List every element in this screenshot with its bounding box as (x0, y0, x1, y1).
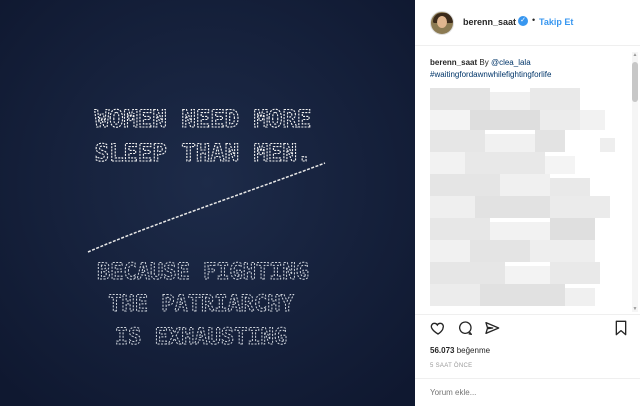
likes-number: 56.073 (430, 346, 455, 355)
post-sidebar: berenn_saat ✓ • Takip Et berenn_saat By … (415, 0, 640, 406)
heart-icon[interactable] (430, 320, 446, 336)
caption-username[interactable]: berenn_saat (430, 58, 477, 67)
header-username[interactable]: berenn_saat (463, 17, 516, 27)
image-text-line1: WOMEN NEED MORE (95, 105, 312, 133)
blurred-comments (430, 88, 630, 306)
image-text-line2: SLEEP THAN MEN. (95, 139, 312, 167)
post-time[interactable]: 5 SAAT ÖNCE (430, 363, 472, 369)
instagram-post-view: WOMEN NEED MORE SLEEP THAN MEN. BECAUSE … (0, 0, 640, 406)
comment-icon[interactable] (457, 320, 473, 336)
caption-text: By (479, 58, 489, 67)
likes-count[interactable]: 56.073 beğenme (430, 346, 490, 355)
share-icon[interactable] (484, 320, 500, 336)
action-bar (415, 314, 640, 345)
follow-button[interactable]: Takip Et (539, 17, 573, 27)
scroll-up-icon[interactable]: ▲ (632, 52, 638, 58)
image-text-line4: THE PATRIARCHY (108, 292, 294, 317)
image-text-line3: BECAUSE FIGHTING (97, 260, 309, 285)
image-text-line5: IS EXHAUSTING (115, 325, 287, 350)
header-separator: • (532, 15, 536, 25)
scrollbar-thumb[interactable] (632, 62, 638, 102)
post-image[interactable]: WOMEN NEED MORE SLEEP THAN MEN. BECAUSE … (0, 0, 415, 406)
bookmark-icon[interactable] (614, 320, 628, 336)
scrollbar[interactable]: ▲ ▼ (632, 52, 638, 312)
avatar-face (437, 16, 447, 28)
caption-hashtag[interactable]: #waitingfordawnwhilefightingforlife (430, 70, 551, 79)
verified-badge-icon: ✓ (518, 16, 528, 26)
caption-mention[interactable]: @clea_lala (491, 58, 531, 67)
caption: berenn_saat By @clea_lala #waitingfordaw… (430, 57, 625, 81)
comment-input[interactable] (430, 388, 620, 397)
post-image-graphic: WOMEN NEED MORE SLEEP THAN MEN. BECAUSE … (0, 0, 415, 406)
scroll-down-icon[interactable]: ▼ (632, 306, 638, 312)
likes-label: beğenme (456, 346, 491, 355)
avatar[interactable] (430, 11, 454, 35)
